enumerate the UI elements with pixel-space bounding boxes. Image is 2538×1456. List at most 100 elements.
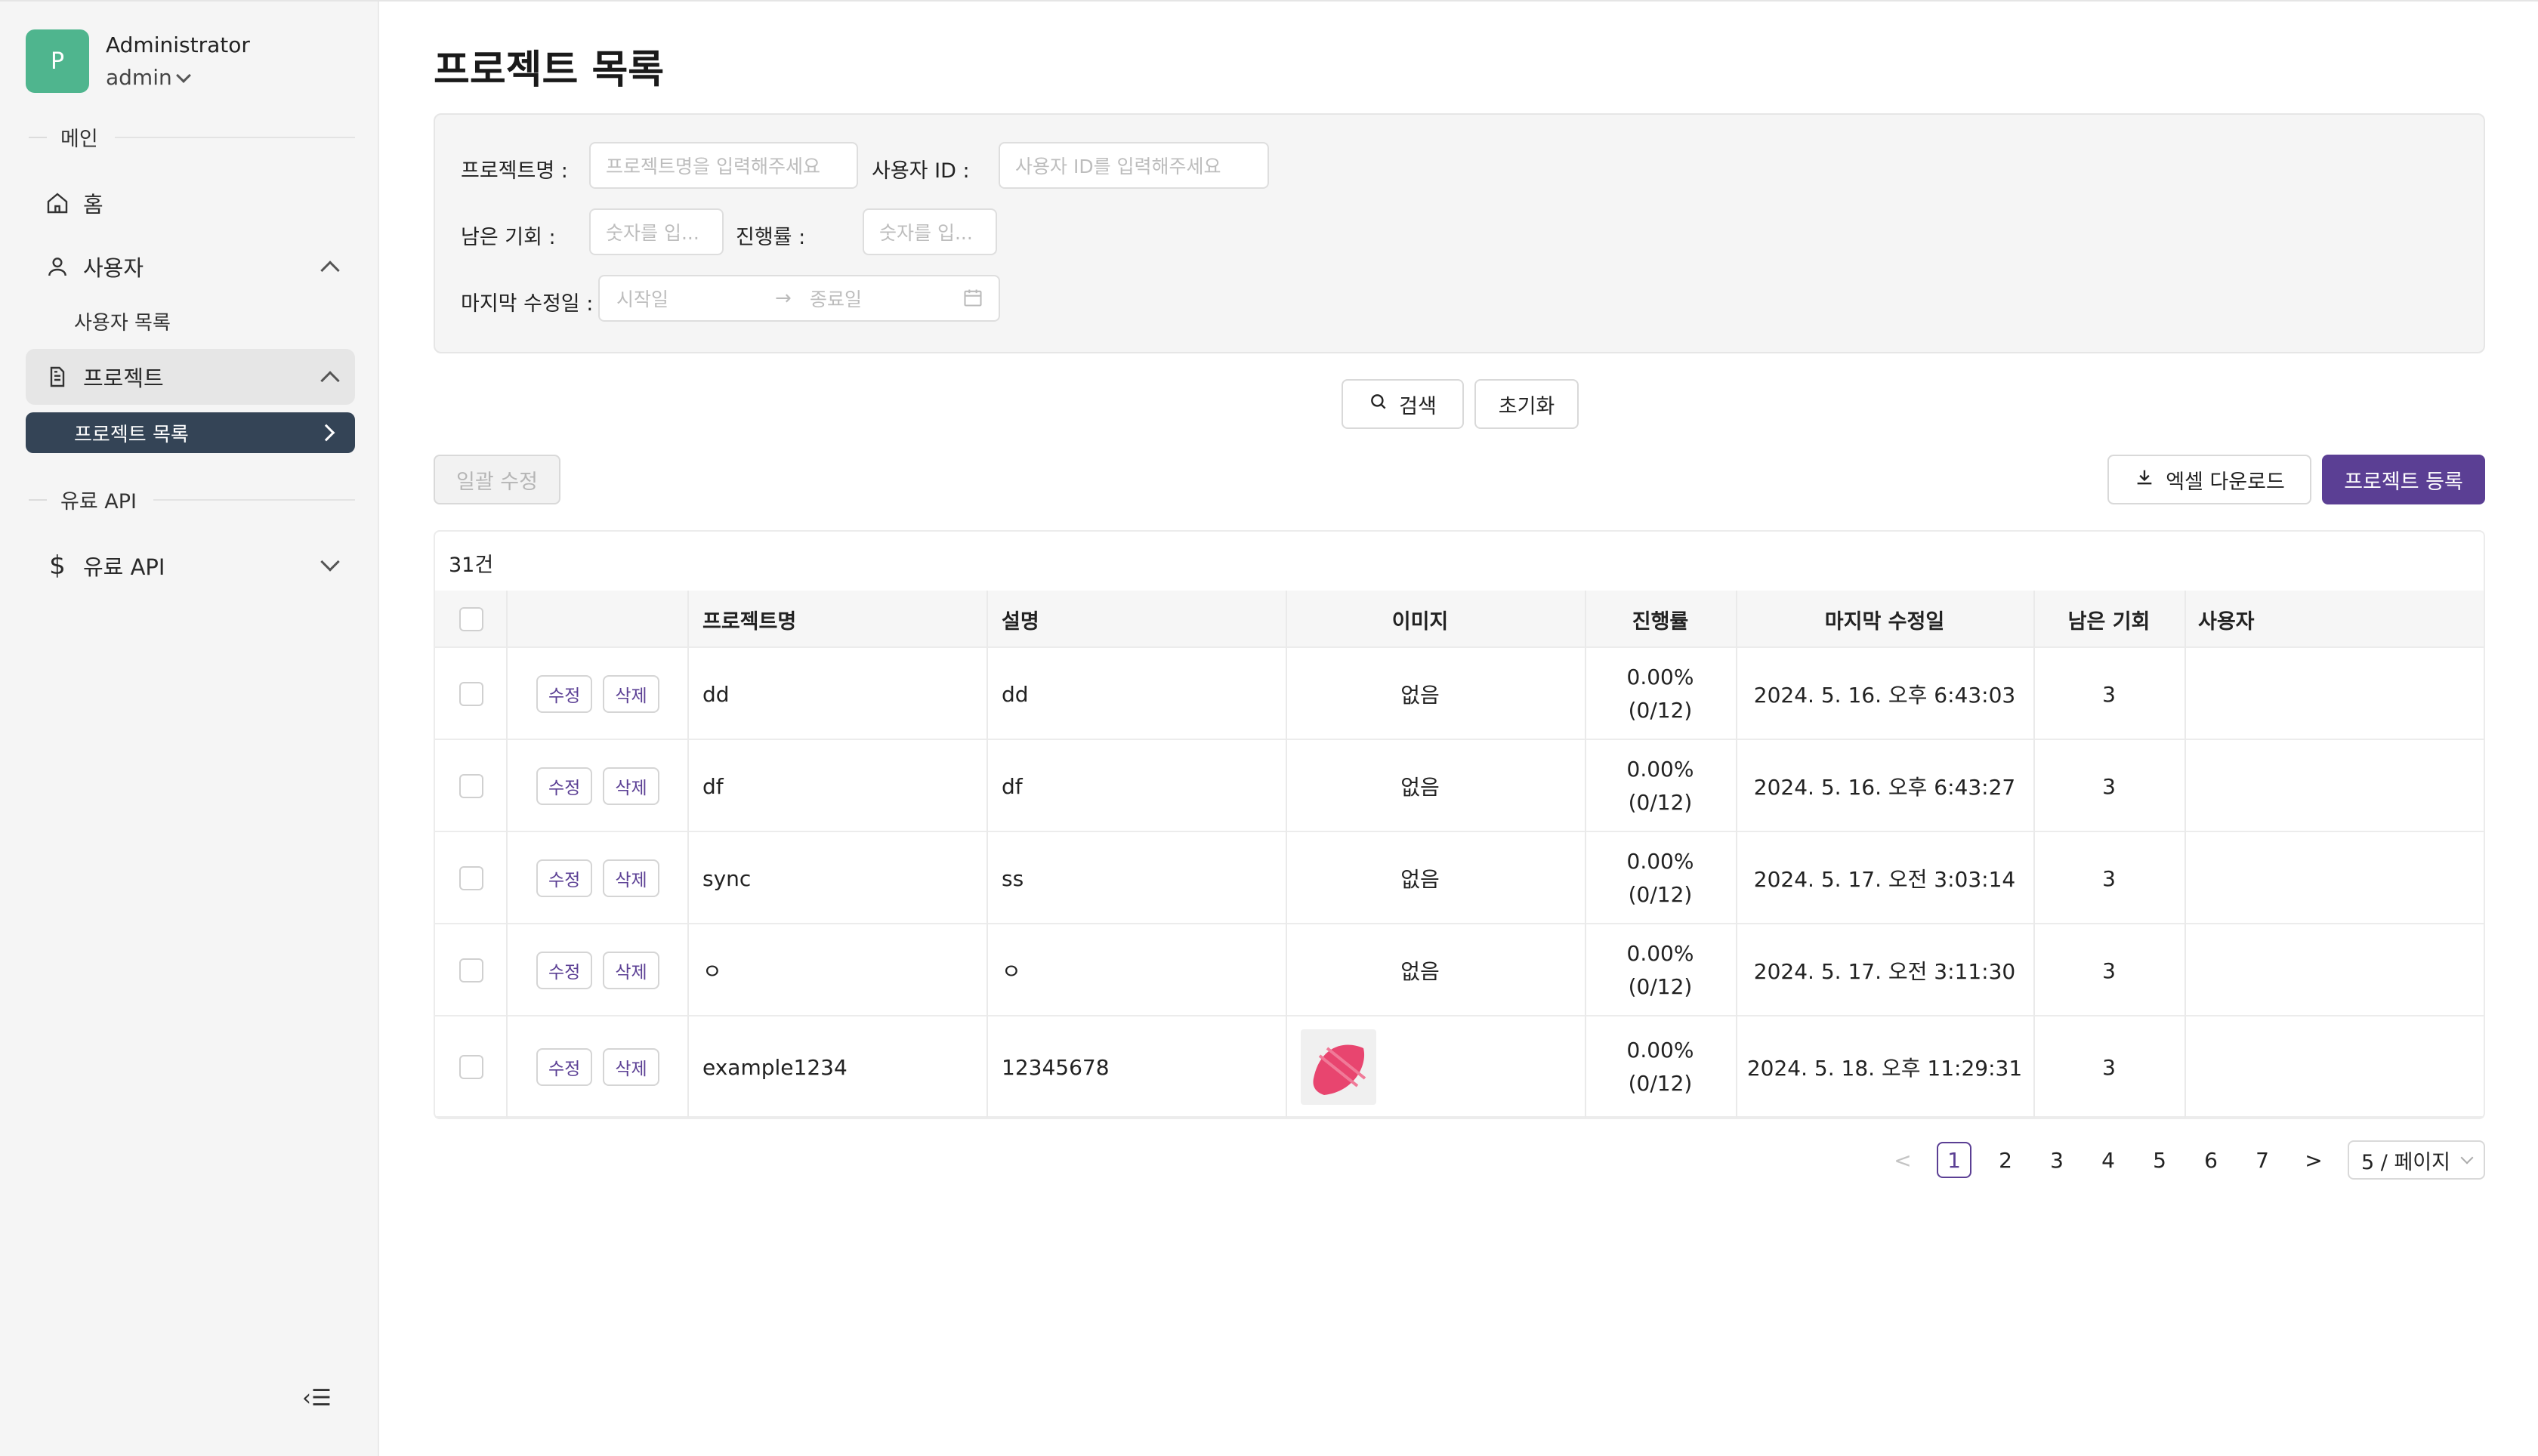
sidebar-item-users[interactable]: 사용자 <box>26 239 355 295</box>
start-date-input[interactable]: 시작일 <box>616 285 668 312</box>
row-remaining: 3 <box>2102 773 2116 799</box>
column-user[interactable]: 사용자 <box>2198 591 2255 648</box>
page-5-button[interactable]: 5 <box>2142 1142 2177 1178</box>
row-progress-ratio: (0/12) <box>1628 974 1693 999</box>
delete-button[interactable]: 삭제 <box>603 675 659 713</box>
user-menu-toggle[interactable]: admin <box>106 65 250 90</box>
row-description: ss <box>1002 865 1024 891</box>
row-checkbox-cell <box>459 924 483 1016</box>
end-date-input[interactable]: 종료일 <box>810 285 862 312</box>
column-image[interactable]: 이미지 <box>1271 591 1570 648</box>
remaining-input[interactable]: 숫자를 입... <box>589 208 724 255</box>
sidebar-item-project-list[interactable]: 프로젝트 목록 <box>26 412 355 453</box>
page-size-select[interactable]: 5 / 페이지 <box>2348 1140 2485 1180</box>
arrow-right-icon: → <box>775 287 792 310</box>
row-progress-percent: 0.00% <box>1626 849 1694 874</box>
row-checkbox-cell <box>459 648 483 740</box>
row-project-name: dd <box>702 681 730 707</box>
user-profile[interactable]: P Administrator admin <box>26 27 250 95</box>
column-modified[interactable]: 마지막 수정일 <box>1736 591 2033 648</box>
next-page-button[interactable]: > <box>2296 1142 2331 1178</box>
project-thumbnail[interactable] <box>1301 1029 1376 1105</box>
download-icon <box>2134 467 2155 493</box>
calendar-icon <box>962 287 983 313</box>
edit-button[interactable]: 수정 <box>536 952 593 989</box>
delete-button[interactable]: 삭제 <box>603 1048 659 1086</box>
sidebar-item-project-list-label: 프로젝트 목록 <box>74 423 189 446</box>
row-progress-percent: 0.00% <box>1626 1038 1694 1063</box>
row-remaining: 3 <box>2102 681 2116 707</box>
edit-button[interactable]: 수정 <box>536 767 593 805</box>
row-actions: 수정 삭제 <box>536 832 659 924</box>
date-range-picker[interactable]: 시작일 → 종료일 <box>598 275 1000 322</box>
edit-button[interactable]: 수정 <box>536 675 593 713</box>
page-7-button[interactable]: 7 <box>2245 1142 2280 1178</box>
row-description: ㅇ <box>1002 959 1021 984</box>
progress-input[interactable]: 숫자를 입... <box>863 208 997 255</box>
row-actions: 수정 삭제 <box>536 1016 659 1118</box>
reset-button[interactable]: 초기화 <box>1474 379 1579 429</box>
column-description[interactable]: 설명 <box>1002 591 1039 648</box>
chevron-up-icon <box>320 371 340 390</box>
row-checkbox[interactable] <box>459 1055 483 1079</box>
prev-page-button[interactable]: < <box>1885 1142 1920 1178</box>
dollar-icon: $ <box>49 551 66 581</box>
sidebar-item-home-label: 홈 <box>83 192 103 217</box>
select-all-checkbox[interactable] <box>459 607 483 631</box>
sidebar-item-paid-api[interactable]: $ 유료 API <box>26 538 355 594</box>
user-id-input[interactable]: 사용자 ID를 입력해주세요 <box>999 142 1269 189</box>
column-project-name[interactable]: 프로젝트명 <box>702 591 796 648</box>
delete-button[interactable]: 삭제 <box>603 767 659 805</box>
row-description: dd <box>1002 681 1029 707</box>
row-progress-ratio: (0/12) <box>1628 882 1693 907</box>
sidebar: P Administrator admin 메인 홈 사용자 사용자 목록 프로… <box>0 2 379 1456</box>
page-title: 프로젝트 목록 <box>434 48 665 93</box>
row-progress: 0.00% (0/12) <box>1585 1016 1736 1118</box>
row-checkbox[interactable] <box>459 958 483 982</box>
sidebar-item-user-list[interactable]: 사용자 목록 <box>26 301 355 341</box>
column-remaining[interactable]: 남은 기회 <box>2033 591 2184 648</box>
delete-button[interactable]: 삭제 <box>603 859 659 897</box>
edit-button[interactable]: 수정 <box>536 859 593 897</box>
row-progress-percent: 0.00% <box>1626 941 1694 966</box>
page-6-button[interactable]: 6 <box>2194 1142 2228 1178</box>
user-id-label: 사용자 ID : <box>872 159 970 183</box>
row-image <box>1301 1016 1376 1118</box>
row-checkbox[interactable] <box>459 866 483 890</box>
user-icon <box>44 253 71 280</box>
row-project-name: sync <box>702 865 752 891</box>
page-4-button[interactable]: 4 <box>2091 1142 2126 1178</box>
row-progress-ratio: (0/12) <box>1628 698 1693 723</box>
bulk-edit-button[interactable]: 일괄 수정 <box>434 455 560 504</box>
row-remaining: 3 <box>2102 1054 2116 1080</box>
delete-button[interactable]: 삭제 <box>603 952 659 989</box>
row-description: 12345678 <box>1002 1054 1110 1080</box>
search-icon <box>1369 392 1388 417</box>
sidebar-item-projects[interactable]: 프로젝트 <box>26 349 355 405</box>
row-checkbox[interactable] <box>459 682 483 706</box>
column-progress[interactable]: 진행률 <box>1585 591 1736 648</box>
page-3-button[interactable]: 3 <box>2039 1142 2074 1178</box>
row-progress-percent: 0.00% <box>1626 665 1694 689</box>
row-checkbox[interactable] <box>459 774 483 798</box>
app-root: P Administrator admin 메인 홈 사용자 사용자 목록 프로… <box>0 0 2538 1456</box>
user-name: Administrator <box>106 32 250 57</box>
filter-panel: 프로젝트명 : 프로젝트명을 입력해주세요 사용자 ID : 사용자 ID를 입… <box>434 113 2485 353</box>
nav-group-paid-api: 유료 API <box>29 485 355 514</box>
table-row: 수정 삭제 example1234 12345678 0.00% (0/12) … <box>435 1016 2484 1118</box>
sidebar-item-home[interactable]: 홈 <box>26 175 355 231</box>
edit-button[interactable]: 수정 <box>536 1048 593 1086</box>
register-project-button[interactable]: 프로젝트 등록 <box>2322 455 2485 504</box>
row-image: 없음 <box>1400 775 1440 800</box>
page-2-button[interactable]: 2 <box>1988 1142 2023 1178</box>
project-name-input[interactable]: 프로젝트명을 입력해주세요 <box>589 142 858 189</box>
page-1-button[interactable]: 1 <box>1937 1142 1972 1178</box>
nav-group-main: 메인 <box>29 122 355 152</box>
sidebar-collapse-button[interactable]: ‹☰ <box>302 1385 332 1411</box>
excel-download-button[interactable]: 엑셀 다운로드 <box>2107 455 2311 504</box>
row-remaining: 3 <box>2102 958 2116 983</box>
search-button[interactable]: 검색 <box>1342 379 1464 429</box>
row-progress-percent: 0.00% <box>1626 757 1694 782</box>
modified-date-label: 마지막 수정일 : <box>461 292 594 316</box>
row-progress: 0.00% (0/12) <box>1585 648 1736 740</box>
